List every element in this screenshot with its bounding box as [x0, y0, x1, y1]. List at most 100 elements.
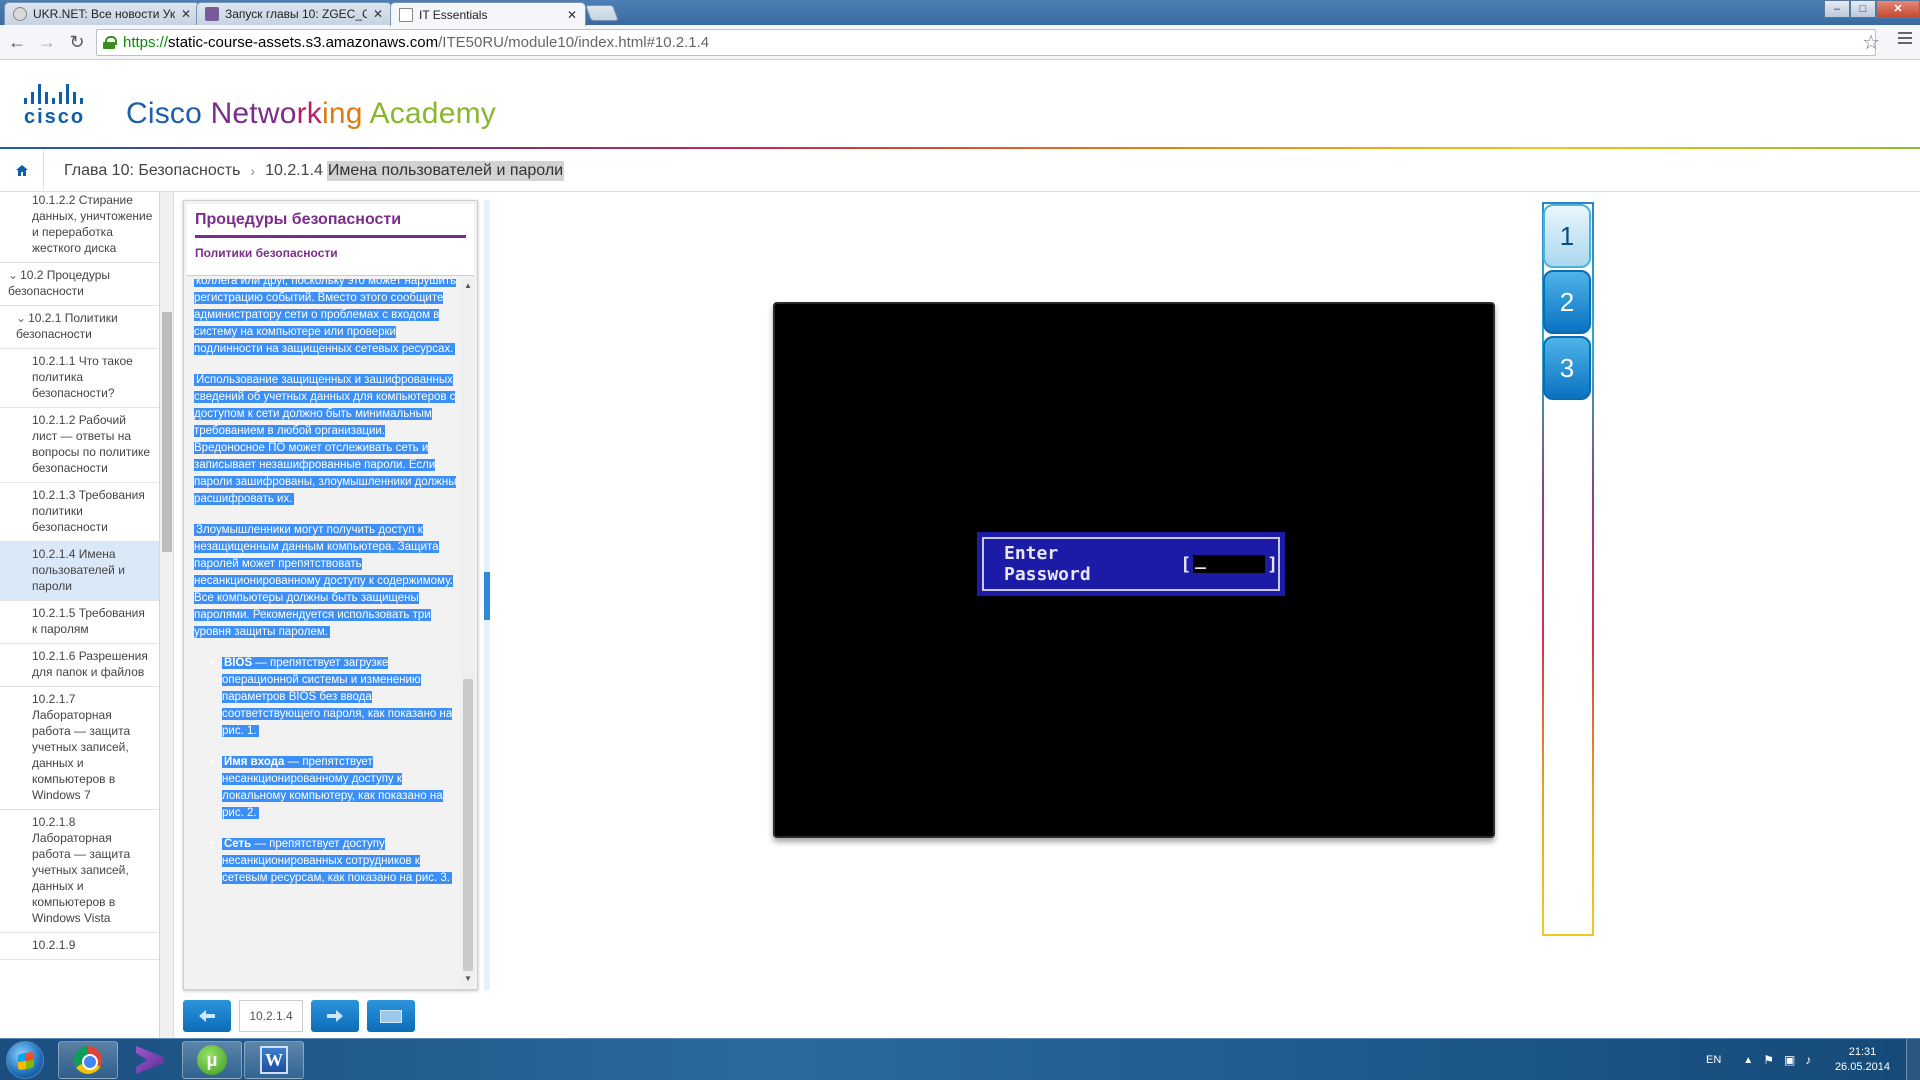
site-header: cisco Cisco Networking Academy [0, 60, 1920, 148]
chevron-down-icon: ⌄ [16, 311, 27, 325]
action-center-flag-icon[interactable]: ⚑ [1763, 1053, 1774, 1067]
start-button[interactable] [6, 1041, 44, 1079]
panel-title: Процедуры безопасности [195, 211, 402, 228]
field-bracket: [ [1180, 553, 1192, 575]
figure-2-button[interactable]: 2 [1543, 270, 1591, 334]
document-favicon-icon [205, 7, 219, 21]
toc-item[interactable]: 10.2.1.2 Рабочий лист — ответы на вопрос… [0, 408, 159, 483]
title-part: Academy [369, 97, 496, 130]
toc-item-subsection[interactable]: ⌄ 10.2.1 Политики безопасности [0, 306, 159, 349]
reload-button[interactable]: ↻ [64, 29, 90, 55]
panel-resize-handle[interactable] [484, 200, 490, 990]
panel-text: коллега или друг, поскольку это может на… [194, 279, 458, 986]
scroll-up-icon[interactable]: ▲ [461, 279, 475, 293]
toc-item-label: 10.2.1.8 Лабораторная работа — защита уч… [32, 815, 131, 925]
panel-header: Процедуры безопасности Политики безопасн… [187, 204, 474, 276]
maximize-button[interactable]: □ [1850, 0, 1876, 18]
breadcrumb: Глава 10: Безопасность › 10.2.1.4 Имена … [0, 149, 1920, 192]
toc-item-label: 10.2.1.4 Имена пользователей и пароли [32, 547, 125, 593]
password-prompt-label: Enter Password [1004, 543, 1091, 585]
volume-icon[interactable]: ♪ [1805, 1053, 1811, 1067]
toc-item-section[interactable]: ⌄ 10.2 Процедуры безопасности [0, 263, 159, 306]
toc-item-label: 10.2.1.6 Разрешения для папок и файлов [32, 649, 148, 679]
paragraph: Использование защищенных и зашифрованных… [194, 374, 457, 505]
toc-item-current[interactable]: 10.2.1.4 Имена пользователей и пароли [0, 542, 159, 601]
clock-time: 21:31 [1848, 1046, 1877, 1058]
clock[interactable]: 21:31 26.05.2014 [1835, 1045, 1890, 1075]
taskbar-visual-studio[interactable] [120, 1041, 180, 1079]
show-desktop-button[interactable] [1906, 1039, 1920, 1080]
address-bar[interactable]: https://static-course-assets.s3.amazonaw… [96, 29, 1876, 56]
toc-item-label: 10.2.1 Политики безопасности [16, 311, 118, 341]
clock-date: 26.05.2014 [1834, 1061, 1890, 1073]
tab-title: UKR.NET: Все новости Ук [33, 7, 175, 21]
academy-title: Cisco Networking Academy [126, 97, 496, 131]
password-levels-list: BIOS — препятствует загрузке операционно… [194, 655, 458, 887]
breadcrumb-separator: › [250, 162, 256, 179]
panel-scrollbar[interactable]: ▲ ▼ [461, 279, 475, 986]
network-icon[interactable]: ▣ [1784, 1053, 1795, 1067]
bullet-term: BIOS [224, 657, 253, 669]
back-button[interactable]: ← [4, 29, 30, 55]
browser-tab-zgec[interactable]: Запуск главы 10: ZGEC_G ✕ [196, 2, 392, 25]
figure-1-button[interactable]: 1 [1543, 204, 1591, 268]
next-page-button[interactable] [311, 1000, 359, 1032]
close-tab-icon[interactable]: ✕ [567, 8, 577, 22]
taskbar-utorrent[interactable]: μ [182, 1041, 242, 1079]
bios-password-figure: Enter Password [] [773, 302, 1495, 838]
show-hidden-icons-icon[interactable]: ▲ [1743, 1055, 1753, 1066]
table-of-contents: 10.1.2.2 Стирание данных, уничтожение и … [0, 192, 160, 1038]
toc-item[interactable]: 10.2.1.8 Лабораторная работа — защита уч… [0, 810, 159, 933]
close-tab-icon[interactable]: ✕ [181, 7, 191, 21]
toc-item[interactable]: 10.2.1.3 Требования политики безопасност… [0, 483, 159, 542]
toc-item[interactable]: 10.1.2.2 Стирание данных, уничтожение и … [0, 192, 159, 263]
title-part: rk [296, 97, 322, 130]
cisco-bars-icon [24, 82, 106, 104]
windows-taskbar: μ W EN ▲ ⚑ ▣ ♪ 21:31 26.05.2014 [0, 1038, 1920, 1080]
previous-page-button[interactable] [183, 1000, 231, 1032]
bullet-text: — препятствует загрузке операционной сис… [222, 657, 453, 737]
toc-item[interactable]: 10.2.1.1 Что такое политика безопасности… [0, 349, 159, 408]
forward-button[interactable]: → [34, 29, 60, 55]
toc-scrollbar-thumb[interactable] [162, 312, 172, 552]
breadcrumb-chapter[interactable]: Глава 10: Безопасность [64, 162, 240, 180]
field-bracket: ] [1267, 553, 1278, 575]
toc-item[interactable]: 10.2.1.6 Разрешения для папок и файлов [0, 644, 159, 687]
breadcrumb-section-number: 10.2.1.4 [265, 161, 323, 179]
figure-3-button[interactable]: 3 [1543, 336, 1591, 400]
tab-title: Запуск главы 10: ZGEC_G [225, 7, 367, 21]
title-part: Netwo [210, 97, 297, 130]
toc-item[interactable]: 10.2.1.9 [0, 933, 159, 960]
toc-item-label: 10.2.1.9 [32, 938, 76, 952]
toc-scrollbar[interactable] [160, 192, 174, 1038]
list-item: BIOS — препятствует загрузке операционно… [210, 655, 458, 740]
chrome-menu-icon[interactable] [1898, 32, 1912, 47]
toc-item-label: 10.2.1.3 Требования политики безопасност… [32, 488, 145, 534]
toc-item-label: 10.2.1.1 Что такое политика безопасности… [32, 354, 133, 400]
breadcrumb-section-title: Имена пользователей и пароли [326, 160, 565, 181]
word-icon: W [260, 1046, 288, 1074]
bullet-text: — препятствует доступу несанкционированн… [222, 838, 450, 884]
cisco-logo[interactable]: cisco [24, 82, 106, 128]
keyboard-button[interactable] [367, 1000, 415, 1032]
bookmark-star-icon[interactable]: ☆ [1862, 30, 1880, 55]
minimize-button[interactable]: – [1824, 0, 1850, 18]
close-window-button[interactable]: ✕ [1876, 0, 1920, 18]
toc-item[interactable]: 10.2.1.5 Требования к паролям [0, 601, 159, 644]
panel-scrollbar-thumb[interactable] [463, 679, 473, 971]
taskbar-chrome[interactable] [58, 1041, 118, 1079]
home-button[interactable] [0, 149, 44, 192]
taskbar-word[interactable]: W [244, 1041, 304, 1079]
paragraph: Злоумышленники могут получить доступ к н… [194, 524, 453, 638]
panel-handle-mark[interactable] [484, 572, 490, 620]
url-path: /ITE50RU/module10/index.html#10.2.1.4 [438, 34, 710, 51]
chevron-down-icon: ⌄ [8, 268, 19, 282]
toc-item[interactable]: 10.2.1.7 Лабораторная работа — защита уч… [0, 687, 159, 810]
browser-tab-it-essentials[interactable]: IT Essentials ✕ [390, 2, 586, 26]
close-tab-icon[interactable]: ✕ [373, 7, 383, 21]
language-indicator[interactable]: EN [1706, 1054, 1721, 1066]
keyboard-icon [380, 1009, 402, 1023]
browser-tab-ukrnet[interactable]: UKR.NET: Все новости Ук ✕ [4, 2, 200, 25]
scroll-down-icon[interactable]: ▼ [461, 972, 475, 986]
new-tab-button[interactable] [585, 5, 619, 21]
